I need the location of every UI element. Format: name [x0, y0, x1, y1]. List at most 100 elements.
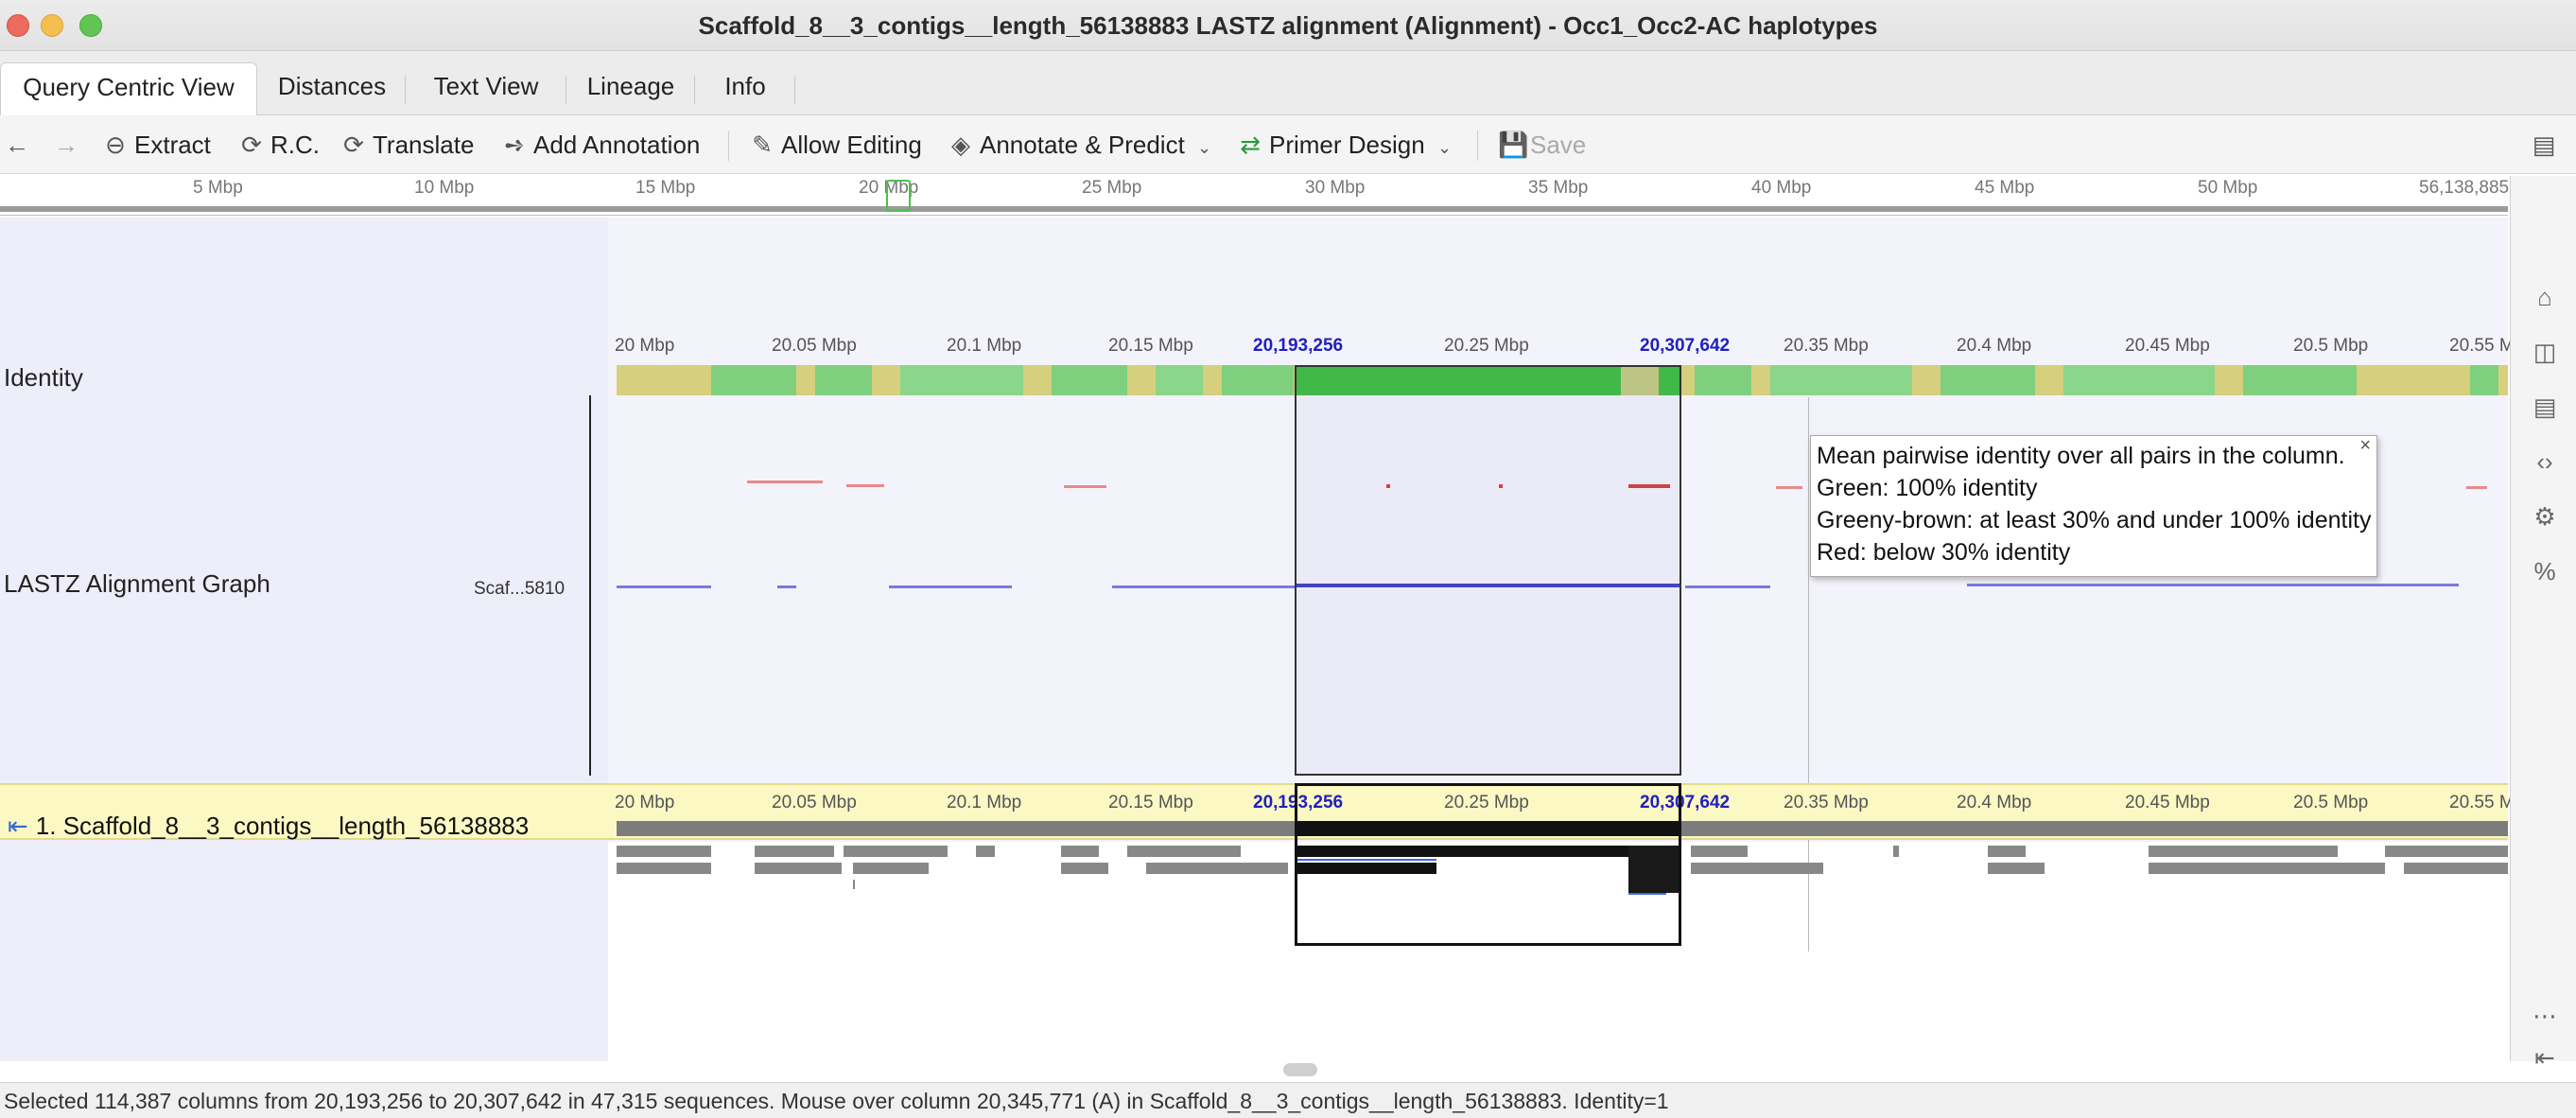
identity-tooltip: × Mean pairwise identity over all pairs …: [1810, 435, 2377, 577]
overview-location-marker[interactable]: [886, 180, 911, 212]
status-text: Selected 114,387 columns from 20,193,256…: [4, 1089, 1669, 1113]
tab-divider: [405, 76, 406, 104]
window-title: Scaffold_8__3_contigs__length_56138883 L…: [698, 11, 1878, 40]
identity-segment: [1941, 365, 2035, 395]
selection-region[interactable]: [1295, 365, 1681, 776]
alignment-fragment: [617, 585, 711, 588]
sequence-name[interactable]: ⇤ 1. Scaffold_8__3_contigs__length_561388…: [8, 812, 529, 841]
identity-segment: [1770, 365, 1912, 395]
ruler-tick: 20.35 Mbp: [1784, 336, 1869, 356]
forward-button[interactable]: →: [53, 127, 85, 163]
alignment-fragment: [1685, 585, 1770, 588]
graph-track-label: LASTZ Alignment Graph: [4, 569, 270, 598]
tab-query-centric-view[interactable]: Query Centric View: [0, 62, 257, 115]
overview-tick: 50 Mbp: [2198, 178, 2258, 198]
tab-lineage[interactable]: Lineage: [571, 62, 690, 115]
ruler-tick: 20.4 Mbp: [1957, 793, 2032, 812]
ruler-tick: 20 Mbp: [615, 336, 675, 356]
alignment-fragment: [777, 585, 796, 588]
tab-divider: [694, 76, 695, 104]
status-bar: Selected 114,387 columns from 20,193,256…: [0, 1082, 2576, 1118]
annotate-predict-icon: ◈: [951, 131, 970, 159]
tooltip-line: Red: below 30% identity: [1817, 539, 2071, 566]
bar-chart-icon[interactable]: ▤: [2530, 392, 2560, 422]
low-identity-fragment: [1776, 486, 1802, 489]
identity-segment: [1222, 365, 1294, 395]
reverse-complement-button[interactable]: ⟳ R.C.: [238, 127, 320, 163]
overview-tick: 10 Mbp: [414, 178, 475, 198]
monitor-icon[interactable]: ◫: [2530, 337, 2560, 367]
arrow-right-icon: →: [54, 131, 78, 159]
collapse-icon[interactable]: ⇤: [2530, 1042, 2560, 1073]
tab-info[interactable]: Info: [700, 62, 791, 115]
allow-editing-label: Allow Editing: [781, 131, 922, 159]
overview-tick: 40 Mbp: [1751, 178, 1812, 198]
save-button[interactable]: 💾Save: [1498, 127, 1586, 163]
graph-sequence-label: Scaf...5810: [474, 579, 566, 599]
gear-icon[interactable]: ⚙: [2530, 501, 2560, 532]
ruler-tick: 20.1 Mbp: [947, 793, 1022, 812]
tooltip-line: Greeny-brown: at least 30% and under 100…: [1817, 507, 2372, 533]
tab-text-view[interactable]: Text View: [410, 62, 562, 115]
tooltip-close-button[interactable]: ×: [2359, 436, 2371, 455]
annotate-predict-label: Annotate & Predict: [980, 131, 1185, 159]
right-side-rail: ⌂ ◫ ▤ ‹› ⚙ % ⋯ ⇤: [2510, 176, 2576, 1072]
chevron-down-icon: ⌄: [1436, 138, 1453, 157]
arrow-left-icon: ←: [5, 131, 29, 159]
chevron-down-icon: ⌄: [1197, 138, 1212, 157]
panel-toggle-icon: ▤: [2532, 131, 2556, 159]
identity-segment: [1695, 365, 1751, 395]
reverse-complement-icon: ⟳: [241, 131, 262, 159]
toolbar-divider: [1477, 131, 1478, 161]
extract-icon: ⊖: [105, 131, 126, 159]
tooltip-line: Green: 100% identity: [1817, 475, 2038, 501]
code-icon[interactable]: ‹›: [2530, 446, 2560, 477]
identity-segment: [1052, 365, 1127, 395]
rc-label: R.C.: [270, 131, 320, 159]
overview-ruler[interactable]: 5 Mbp 10 Mbp 15 Mbp 20 Mbp 25 Mbp 30 Mbp…: [0, 176, 2510, 216]
save-icon: 💾: [1498, 131, 1529, 159]
ruler-tick: 20.15 Mbp: [1108, 793, 1193, 812]
alignment-fragment: [1967, 584, 2459, 586]
allow-editing-button[interactable]: ✎ Allow Editing: [749, 127, 922, 163]
ruler-tick: 20 Mbp: [615, 793, 675, 812]
translate-button[interactable]: ⟳ Translate: [340, 127, 474, 163]
percent-icon[interactable]: %: [2530, 556, 2560, 586]
low-identity-fragment: [1064, 485, 1106, 488]
overview-tick: 25 Mbp: [1082, 178, 1142, 198]
home-icon[interactable]: ⌂: [2530, 282, 2560, 312]
track-labels-panel: Identity LASTZ Alignment Graph Scaf...58…: [0, 218, 608, 1061]
identity-segment: [1156, 365, 1203, 395]
overview-tick: 56,138,885: [2419, 178, 2510, 198]
primer-design-dropdown[interactable]: ⇄ Primer Design ⌄: [1237, 127, 1452, 163]
low-identity-fragment: [2466, 486, 2487, 489]
selection-region-annotations[interactable]: [1295, 783, 1681, 946]
pencil-icon: ✎: [752, 131, 773, 159]
identity-segment: [900, 365, 1023, 395]
app-window: Scaffold_8__3_contigs__length_56138883 L…: [0, 0, 2576, 1118]
ruler-tick: 20.05 Mbp: [772, 793, 857, 812]
add-annotation-button[interactable]: ➺ Add Annotation: [501, 127, 700, 163]
more-icon[interactable]: ⋯: [2530, 1001, 2560, 1031]
identity-segment: [2470, 365, 2498, 395]
toolbar: ← → ⊖ Extract ⟳ R.C. ⟳ Translate ➺ Add Annot…: [0, 115, 2576, 174]
annotate-predict-dropdown[interactable]: ◈ Annotate & Predict ⌄: [948, 127, 1211, 163]
overview-tick: 30 Mbp: [1305, 178, 1366, 198]
toggle-panel-button[interactable]: ▤: [2531, 127, 2563, 163]
ruler-tick: 20.25 Mbp: [1444, 336, 1529, 356]
back-button[interactable]: ←: [4, 127, 36, 163]
overview-tick: 5 Mbp: [193, 178, 243, 198]
translate-icon: ⟳: [343, 131, 364, 159]
extract-label: Extract: [134, 131, 211, 159]
view-tab-bar: Query Centric View Distances Text View L…: [0, 51, 2576, 115]
ruler-tick: 20.05 Mbp: [772, 336, 857, 356]
ruler-tick: 20.45 Mbp: [2125, 793, 2210, 812]
tab-distances[interactable]: Distances: [263, 62, 401, 115]
extract-button[interactable]: ⊖ Extract: [102, 127, 211, 163]
tooltip-line: Mean pairwise identity over all pairs in…: [1817, 443, 2345, 469]
ruler-tick: 20.1 Mbp: [947, 336, 1022, 356]
overview-tick: 45 Mbp: [1975, 178, 2035, 198]
ruler-tick: 20.35 Mbp: [1784, 793, 1869, 812]
annotation-tag-icon: ➺: [504, 131, 525, 159]
horizontal-scroll-handle[interactable]: [1283, 1063, 1317, 1076]
